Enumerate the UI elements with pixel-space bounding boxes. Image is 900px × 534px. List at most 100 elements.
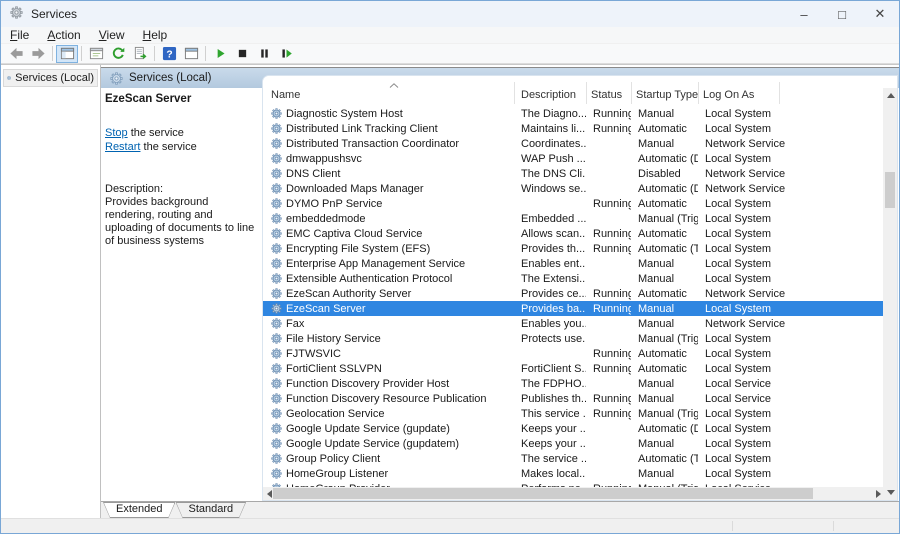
service-row[interactable]: Function Discovery Provider Host The FDP… — [263, 376, 883, 391]
service-startup-type-cell: Automatic — [631, 288, 698, 300]
horizontal-scrollbar[interactable] — [263, 487, 885, 500]
service-description-cell: FortiClient S... — [514, 363, 586, 375]
stop-service-icon[interactable] — [231, 45, 253, 63]
menu-help[interactable]: Help — [134, 28, 177, 42]
service-row[interactable]: DYMO PnP Service Running Automatic Local… — [263, 196, 883, 211]
start-service-icon[interactable] — [209, 45, 231, 63]
column-divider[interactable] — [779, 82, 780, 104]
service-row[interactable]: HomeGroup Listener Makes local... Manual… — [263, 466, 883, 481]
service-name-cell: Fax — [263, 318, 514, 330]
column-divider[interactable] — [586, 82, 587, 104]
new-window-icon[interactable] — [180, 45, 202, 63]
scroll-right-icon[interactable] — [876, 490, 881, 498]
service-row[interactable]: Geolocation Service This service ... Run… — [263, 406, 883, 421]
service-row[interactable]: FJTWSVIC Running Automatic Local System — [263, 346, 883, 361]
column-header-startup-type[interactable]: Startup Type — [636, 89, 698, 101]
service-startup-type-cell: Automatic — [631, 123, 698, 135]
service-row[interactable]: Fax Enables you... Manual Network Servic… — [263, 316, 883, 331]
column-header-name[interactable]: Name — [271, 89, 300, 101]
column-divider[interactable] — [514, 82, 515, 104]
service-row[interactable]: Enterprise App Management Service Enable… — [263, 256, 883, 271]
view-tabs-bar: Extended Standard — [101, 501, 899, 518]
refresh-icon[interactable] — [107, 45, 129, 63]
column-header-description[interactable]: Description — [521, 89, 576, 101]
service-row[interactable]: dmwappushsvc WAP Push ... Automatic (D..… — [263, 151, 883, 166]
service-row[interactable]: Distributed Link Tracking Client Maintai… — [263, 121, 883, 136]
vertical-scrollbar[interactable] — [883, 88, 897, 500]
service-row[interactable]: DNS Client The DNS Cli... Disabled Netwo… — [263, 166, 883, 181]
service-startup-type-cell: Manual — [631, 318, 698, 330]
service-status-cell: Running — [586, 198, 631, 210]
menu-view[interactable]: View — [90, 28, 134, 42]
tree-item-services-local[interactable]: Services (Local) — [3, 69, 98, 87]
service-log-on-as-cell: Local Service — [698, 393, 798, 405]
service-row[interactable]: Diagnostic System Host The Diagno... Run… — [263, 106, 883, 121]
service-row[interactable]: File History Service Protects use... Man… — [263, 331, 883, 346]
gear-icon — [271, 153, 282, 164]
service-description-cell: WAP Push ... — [514, 153, 586, 165]
service-row[interactable]: Group Policy Client The service ... Auto… — [263, 451, 883, 466]
tab-extended[interactable]: Extended — [103, 502, 175, 518]
gear-icon — [271, 333, 282, 344]
column-divider[interactable] — [631, 82, 632, 104]
column-header-log-on-as[interactable]: Log On As — [703, 89, 754, 101]
properties-icon[interactable] — [85, 45, 107, 63]
close-button[interactable]: ✕ — [861, 1, 899, 27]
gear-icon — [271, 378, 282, 389]
tab-standard[interactable]: Standard — [175, 502, 246, 518]
help-icon[interactable]: ? — [158, 45, 180, 63]
services-gear-icon — [10, 6, 23, 22]
show-console-tree-icon[interactable] — [56, 45, 78, 63]
gear-icon — [271, 213, 282, 224]
service-row[interactable]: Downloaded Maps Manager Windows se... Au… — [263, 181, 883, 196]
service-row[interactable]: EMC Captiva Cloud Service Allows scan...… — [263, 226, 883, 241]
maximize-button[interactable]: □ — [823, 1, 861, 27]
back-icon[interactable] — [5, 45, 27, 63]
service-row[interactable]: Extensible Authentication Protocol The E… — [263, 271, 883, 286]
scroll-left-icon[interactable] — [267, 490, 272, 498]
restart-service-icon[interactable] — [275, 45, 297, 63]
menu-file[interactable]: File — [1, 28, 38, 42]
service-startup-type-cell: Automatic (T... — [631, 453, 698, 465]
service-log-on-as-cell: Network Service — [698, 183, 798, 195]
restart-service-link[interactable]: Restart — [105, 141, 140, 153]
pause-service-icon[interactable] — [253, 45, 275, 63]
column-header-status[interactable]: Status — [591, 89, 622, 101]
service-startup-type-cell: Automatic — [631, 348, 698, 360]
gear-icon — [271, 408, 282, 419]
service-log-on-as-cell: Local System — [698, 228, 798, 240]
service-row[interactable]: Encrypting File System (EFS) Provides th… — [263, 241, 883, 256]
main-area: Services (Local) Services (Local) — [1, 64, 899, 518]
gear-icon — [271, 438, 282, 449]
service-row[interactable]: Google Update Service (gupdatem) Keeps y… — [263, 436, 883, 451]
services-table-body: Diagnostic System Host The Diagno... Run… — [263, 106, 883, 489]
scroll-down-icon[interactable] — [887, 490, 895, 495]
service-row[interactable]: embeddedmode Embedded ... Manual (Trig..… — [263, 211, 883, 226]
service-startup-type-cell: Automatic (D... — [631, 183, 698, 195]
service-row[interactable]: FortiClient SSLVPN FortiClient S... Runn… — [263, 361, 883, 376]
column-divider[interactable] — [698, 82, 699, 104]
service-row[interactable]: EzeScan Server Provides ba... Running Ma… — [263, 301, 883, 316]
service-status-cell: Running — [586, 393, 631, 405]
service-row[interactable]: Distributed Transaction Coordinator Coor… — [263, 136, 883, 151]
service-row[interactable]: Google Update Service (gupdate) Keeps yo… — [263, 421, 883, 436]
scroll-up-icon[interactable] — [887, 93, 895, 98]
gear-icon — [110, 72, 123, 85]
toolbar-separator — [52, 46, 53, 61]
horizontal-scroll-thumb[interactable] — [273, 488, 813, 499]
stop-service-link[interactable]: Stop — [105, 127, 128, 139]
export-list-icon[interactable] — [129, 45, 151, 63]
service-startup-type-cell: Automatic — [631, 198, 698, 210]
service-row[interactable]: EzeScan Authority Server Provides ce... … — [263, 286, 883, 301]
gear-icon — [271, 168, 282, 179]
minimize-button[interactable]: – — [785, 1, 823, 27]
service-row[interactable]: Function Discovery Resource Publication … — [263, 391, 883, 406]
forward-icon[interactable] — [27, 45, 49, 63]
service-name-cell: embeddedmode — [263, 213, 514, 225]
service-log-on-as-cell: Local System — [698, 198, 798, 210]
menu-action[interactable]: Action — [38, 28, 89, 42]
service-name-cell: dmwappushsvc — [263, 153, 514, 165]
tab-extended-label: Extended — [116, 503, 162, 515]
service-name-cell: Google Update Service (gupdatem) — [263, 438, 514, 450]
vertical-scroll-thumb[interactable] — [885, 172, 895, 208]
